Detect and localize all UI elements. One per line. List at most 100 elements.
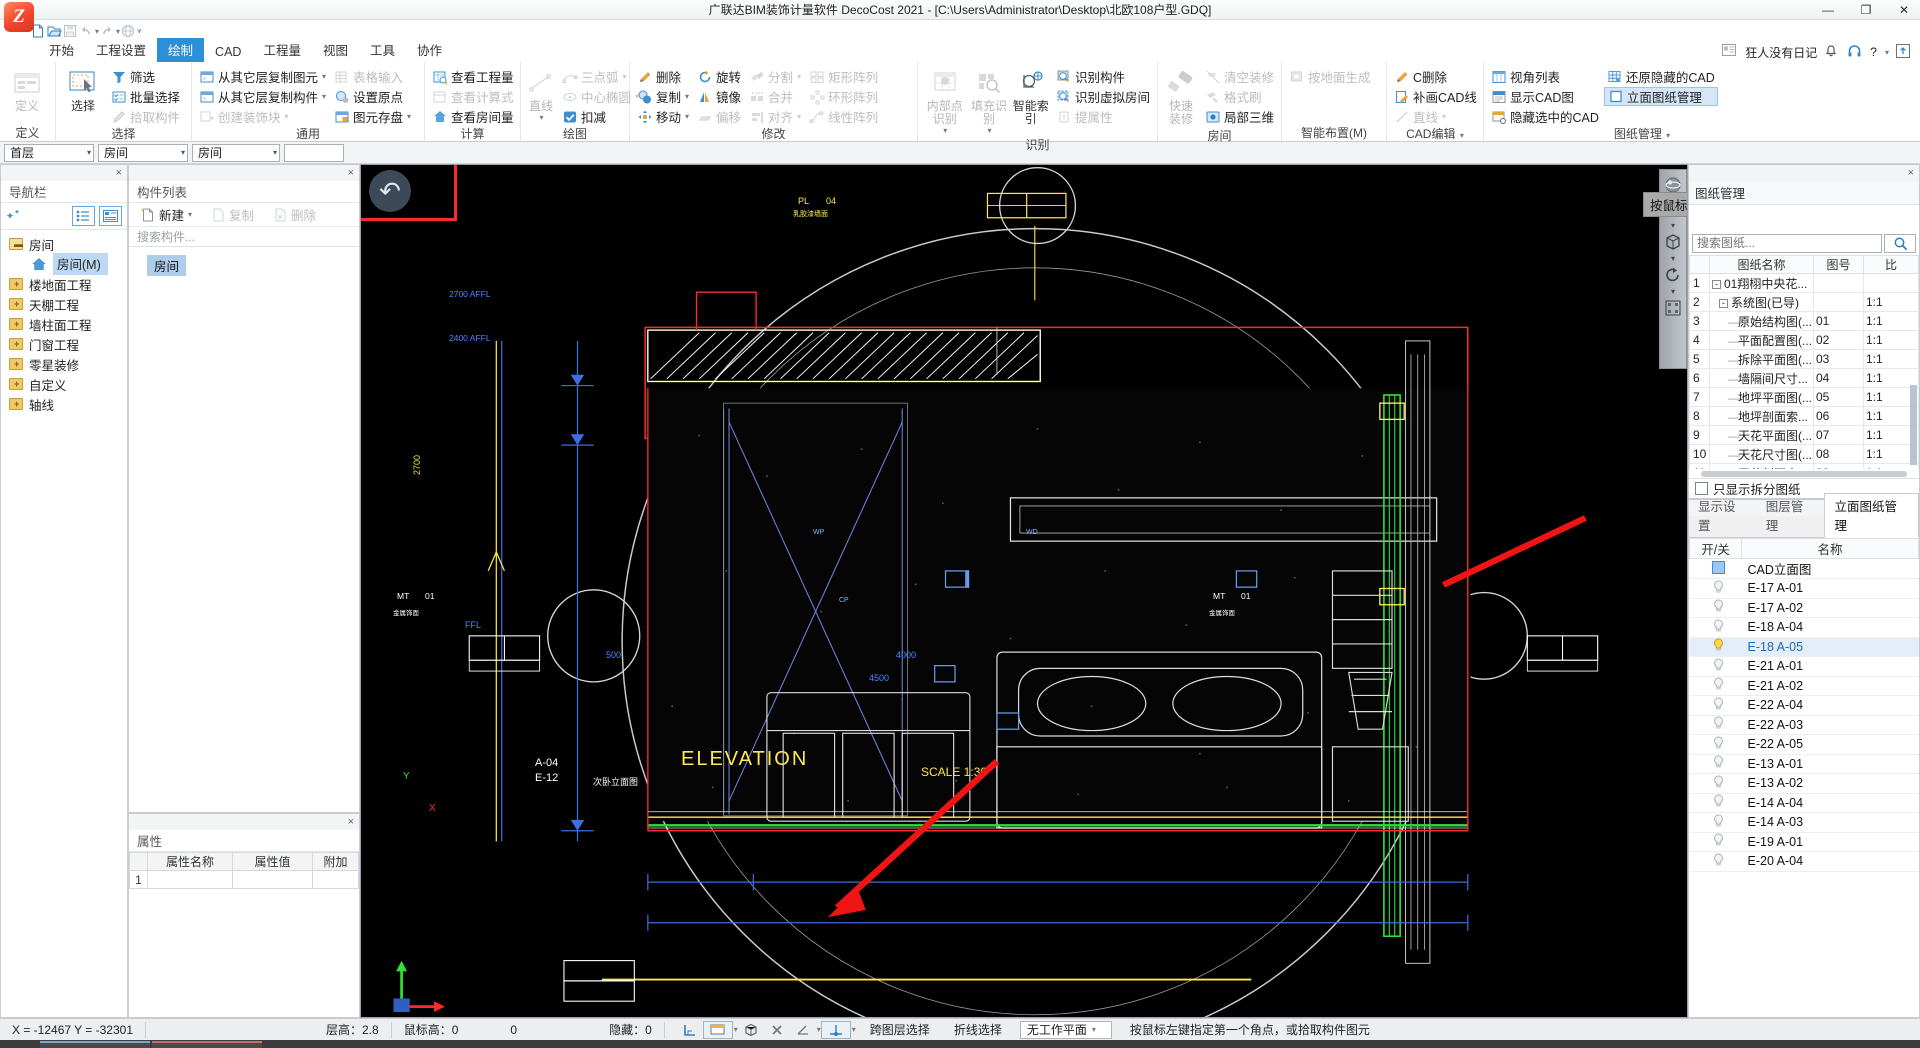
table-row[interactable]: 4 —平面配置图(... 02 1:1 bbox=[1689, 330, 1919, 350]
mirror-button[interactable]: 镜像 bbox=[694, 87, 744, 106]
table-row[interactable]: E-14 A-03 bbox=[1689, 812, 1919, 833]
drawing-table-scrollbar[interactable] bbox=[1910, 385, 1917, 465]
copy-button[interactable]: 复制 ▾ bbox=[634, 87, 692, 106]
minimize-button[interactable]: — bbox=[1818, 3, 1838, 17]
chevron-down-icon[interactable]: ▾ bbox=[407, 112, 411, 121]
category-selector[interactable]: 房间 ▾ bbox=[98, 143, 188, 162]
lp-state-8[interactable] bbox=[1689, 715, 1742, 735]
quick-more-icon[interactable]: ⩛ bbox=[137, 26, 142, 36]
table-row[interactable]: E-17 A-02 bbox=[1689, 598, 1919, 618]
chevron-down-icon[interactable]: ▾ bbox=[188, 210, 192, 219]
chevron-down-icon[interactable]: ▾ bbox=[539, 113, 543, 122]
table-row[interactable]: 5 —拆除平面图(... 03 1:1 bbox=[1689, 349, 1919, 369]
filter-button[interactable]: 筛选 bbox=[108, 67, 183, 86]
dm-row-9-name[interactable]: —天花尺寸图(... bbox=[1709, 444, 1814, 464]
taskbar-item-2[interactable] bbox=[152, 1041, 262, 1048]
tab-display-settings[interactable]: 显示设置 bbox=[1689, 494, 1757, 537]
table-input-button[interactable]: 表格输入 bbox=[331, 67, 414, 86]
expander-icon[interactable]: - bbox=[1712, 279, 1721, 289]
cross-layer-select-button[interactable]: 跨图层选择 bbox=[856, 1021, 942, 1038]
close-button[interactable]: ✕ bbox=[1894, 3, 1914, 17]
table-row[interactable]: E-18 A-05 bbox=[1689, 637, 1919, 657]
inner-point-recog-button[interactable]: 内部点识别 ▾ bbox=[922, 66, 968, 137]
nav-item-4[interactable]: + 墙柱面工程 bbox=[1, 314, 127, 334]
lp-state-2[interactable] bbox=[1689, 598, 1742, 618]
nav-item-6[interactable]: + 零星装修 bbox=[1, 354, 127, 374]
extra-selector[interactable] bbox=[284, 143, 344, 162]
table-row[interactable]: 9 —天花平面图(... 07 1:1 bbox=[1689, 425, 1919, 445]
help-caret-icon[interactable]: ▾ bbox=[1885, 48, 1889, 57]
table-row[interactable]: E-21 A-01 bbox=[1689, 656, 1919, 677]
chevron-down-icon[interactable]: ▾ bbox=[322, 92, 326, 101]
format-brush-button[interactable]: 格式刷 bbox=[1202, 87, 1277, 106]
table-row[interactable]: E-21 A-02 bbox=[1689, 676, 1919, 696]
save-icon[interactable] bbox=[62, 23, 78, 39]
set-origin-button[interactable]: 设置原点 bbox=[331, 87, 414, 106]
copy-elements-from-layer-button[interactable]: 从其它层复制图元 ▾ bbox=[196, 67, 329, 86]
tab-2[interactable]: 绘制 bbox=[157, 38, 205, 62]
lp-state-1[interactable] bbox=[1689, 578, 1742, 599]
table-row[interactable]: E-22 A-05 bbox=[1689, 734, 1919, 755]
close-icon[interactable]: × bbox=[348, 167, 354, 179]
delete-component-button[interactable]: 删除 bbox=[269, 205, 319, 224]
lp-state-3[interactable] bbox=[1689, 617, 1742, 638]
nav-item-0[interactable]: ▬ 房间 bbox=[1, 234, 127, 254]
align-button[interactable]: 对齐 ▾ bbox=[746, 107, 804, 126]
globe-quick-icon[interactable] bbox=[120, 23, 136, 39]
pick-component-button[interactable]: 拾取构件 bbox=[108, 107, 183, 126]
smart-index-button[interactable]: 智能索引 bbox=[1010, 66, 1051, 128]
bell-icon[interactable] bbox=[1824, 44, 1840, 60]
copy-components-from-layer-button[interactable]: 从其它层复制构件 ▾ bbox=[196, 87, 329, 106]
tab-layer-management[interactable]: 图层管理 bbox=[1757, 494, 1825, 537]
chevron-down-icon[interactable]: ▾ bbox=[1671, 288, 1675, 296]
chevron-down-icon[interactable]: ▾ bbox=[1460, 131, 1464, 140]
component-item-room[interactable]: 房间 bbox=[147, 255, 187, 276]
chevron-down-icon[interactable]: ▾ bbox=[943, 126, 947, 135]
table-row[interactable]: E-18 A-04 bbox=[1689, 617, 1919, 638]
show-cad-button[interactable]: 显示CAD图 bbox=[1488, 87, 1602, 106]
save-element-button[interactable]: 图元存盘 ▾ bbox=[331, 107, 414, 126]
ortho-icon[interactable] bbox=[677, 1021, 703, 1039]
table-row[interactable]: E-13 A-01 bbox=[1689, 754, 1919, 774]
detail-view-icon[interactable] bbox=[99, 206, 122, 226]
lp-state-5[interactable] bbox=[1689, 656, 1742, 677]
lp-state-14[interactable] bbox=[1689, 832, 1742, 852]
rotate-button[interactable]: 旋转 bbox=[694, 67, 744, 86]
table-row[interactable]: 10 —天花尺寸图(... 08 1:1 bbox=[1689, 444, 1919, 464]
dm-row-10-name[interactable]: —天花剖面索... bbox=[1709, 463, 1814, 469]
3d-icon[interactable] bbox=[738, 1021, 764, 1039]
table-row[interactable]: 11—天花剖面索...091:1 bbox=[1689, 463, 1919, 469]
define-button[interactable]: 定义 bbox=[4, 66, 50, 115]
delete-button[interactable]: 删除 bbox=[634, 67, 692, 86]
no-icon[interactable] bbox=[764, 1021, 790, 1039]
table-row[interactable]: E-22 A-04 bbox=[1689, 695, 1919, 716]
table-row[interactable]: E-20 A-04 bbox=[1689, 851, 1919, 872]
linear-array-button[interactable]: 线性阵列 bbox=[806, 107, 881, 126]
clear-decoration-button[interactable]: 清空装修 bbox=[1202, 67, 1277, 86]
table-row[interactable]: E-22 A-03 bbox=[1689, 715, 1919, 735]
view-quantity-button[interactable]: 查看工程量 bbox=[429, 67, 517, 86]
chevron-down-icon[interactable]: ▾ bbox=[685, 92, 689, 101]
tab-5[interactable]: 视图 bbox=[312, 38, 359, 62]
polyline-select-button[interactable]: 折线选择 bbox=[942, 1021, 1014, 1038]
table-row[interactable]: 2- 系统图(已导) 1:1 bbox=[1689, 292, 1919, 312]
chevron-down-icon[interactable]: ▾ bbox=[797, 112, 801, 121]
nav-item-1[interactable]: 房间(M) bbox=[1, 253, 127, 275]
restore-hidden-cad-button[interactable]: 还原隐藏的CAD bbox=[1604, 67, 1718, 86]
tab-0[interactable]: 开始 bbox=[38, 38, 85, 62]
generate-by-floor-button[interactable]: 按地面生成 bbox=[1286, 67, 1374, 86]
cad-line-button[interactable]: 直线 ▾ bbox=[1391, 107, 1480, 126]
box-view2-icon[interactable] bbox=[1661, 231, 1685, 253]
rotate-view-icon[interactable] bbox=[1661, 264, 1685, 286]
pin-ribbon-icon[interactable] bbox=[1896, 44, 1912, 60]
lp-state-13[interactable] bbox=[1689, 812, 1742, 833]
nav-item-8[interactable]: + 轴线 bbox=[1, 394, 127, 414]
view-formula-button[interactable]: 查看计算式 bbox=[429, 87, 517, 106]
floor-selector[interactable]: 首层 ▾ bbox=[4, 143, 94, 162]
sparkle-icon[interactable] bbox=[6, 208, 22, 224]
chevron-down-icon[interactable]: ▾ bbox=[797, 72, 801, 81]
chevron-down-icon[interactable]: ▾ bbox=[1671, 255, 1675, 263]
close-icon[interactable]: × bbox=[1908, 167, 1914, 179]
component-selector[interactable]: 房间 ▾ bbox=[192, 143, 280, 162]
dm-row-5-name[interactable]: —墙隔间尺寸... bbox=[1709, 368, 1814, 388]
